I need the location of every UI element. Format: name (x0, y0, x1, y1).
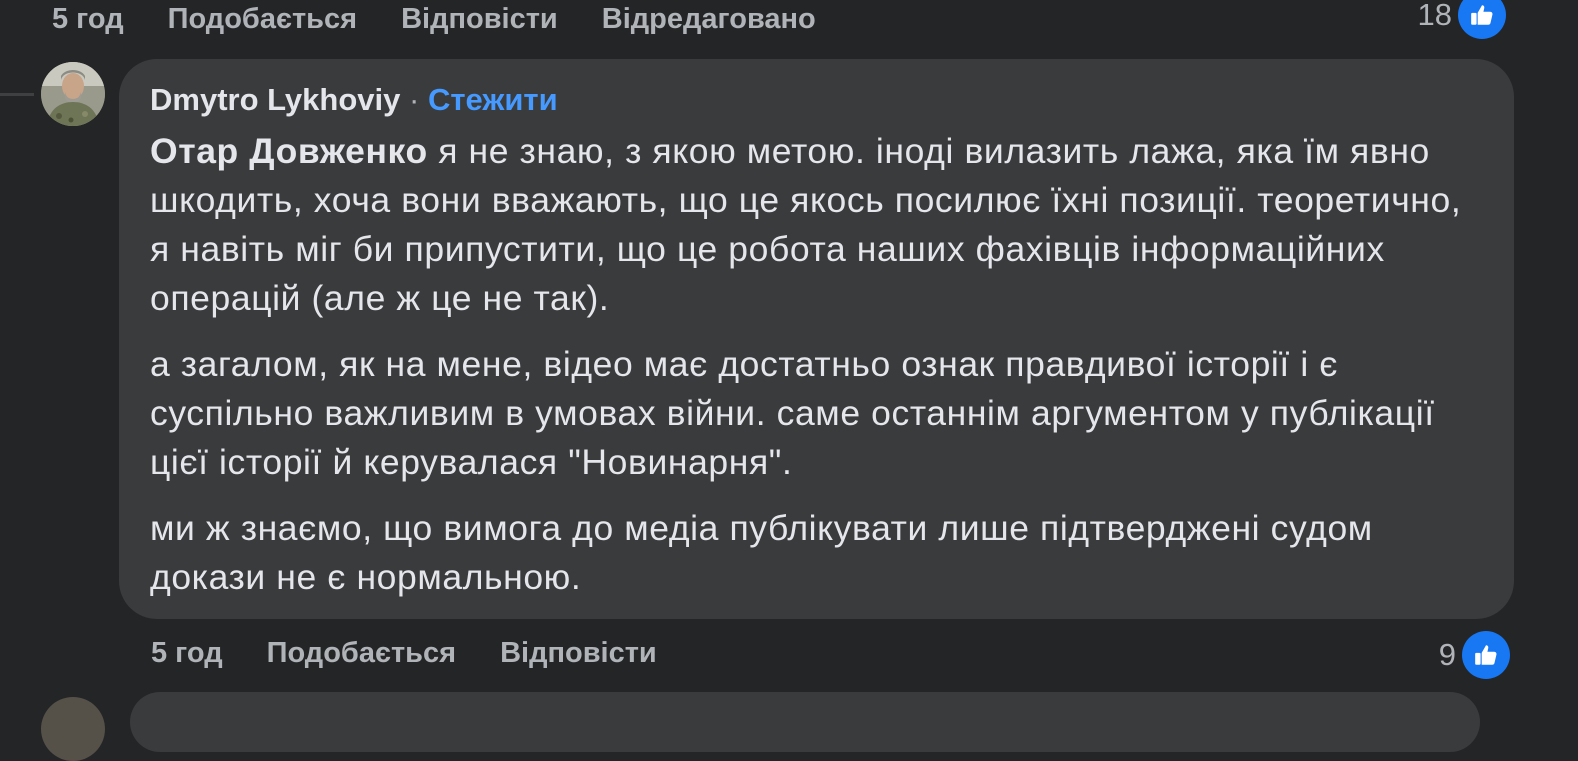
previous-reply-button[interactable]: Відповісти (401, 3, 558, 36)
previous-comment-time[interactable]: 5 год (52, 3, 124, 36)
thumbs-up-icon (1458, 0, 1506, 39)
like-button[interactable]: Подобається (267, 637, 456, 670)
comment-bubble: Dmytro Lykhoviy · Стежити Отар Довженко … (119, 59, 1514, 619)
reply-button[interactable]: Відповісти (500, 637, 657, 670)
avatar[interactable] (41, 62, 105, 126)
comment-time[interactable]: 5 год (151, 637, 223, 670)
next-comment-avatar[interactable] (41, 697, 105, 761)
previous-comment-reactions[interactable]: 18 (1418, 0, 1506, 39)
comment-actions: 5 год Подобається Відповісти (151, 633, 701, 673)
follow-button[interactable]: Стежити (428, 82, 558, 117)
header-separator: · (409, 82, 420, 117)
previous-reaction-count: 18 (1417, 0, 1452, 32)
comment-paragraph-3: ми ж знаємо, що вимога до медіа публікув… (150, 508, 1373, 597)
comment-reactions[interactable]: 9 (1439, 631, 1510, 679)
comment-header: Dmytro Lykhoviy · Стежити (150, 81, 1484, 119)
previous-comment-actions: 5 год Подобається Відповісти Відредагова… (52, 0, 860, 38)
thread-connector-line (0, 93, 34, 96)
comment-paragraph-2: а загалом, як на мене, відео має достатн… (150, 344, 1435, 482)
previous-edited-label: Відредаговано (601, 2, 816, 35)
next-comment-bubble (130, 692, 1480, 752)
reaction-count: 9 (1438, 637, 1456, 672)
mention-link[interactable]: Отар Довженко (150, 131, 428, 171)
thumbs-up-icon (1462, 631, 1510, 679)
comment-paragraph-1: Отар Довженко я не знаю, з якою метою. і… (150, 127, 1484, 323)
comment-author[interactable]: Dmytro Lykhoviy (150, 82, 400, 117)
previous-like-button[interactable]: Подобається (168, 3, 357, 36)
